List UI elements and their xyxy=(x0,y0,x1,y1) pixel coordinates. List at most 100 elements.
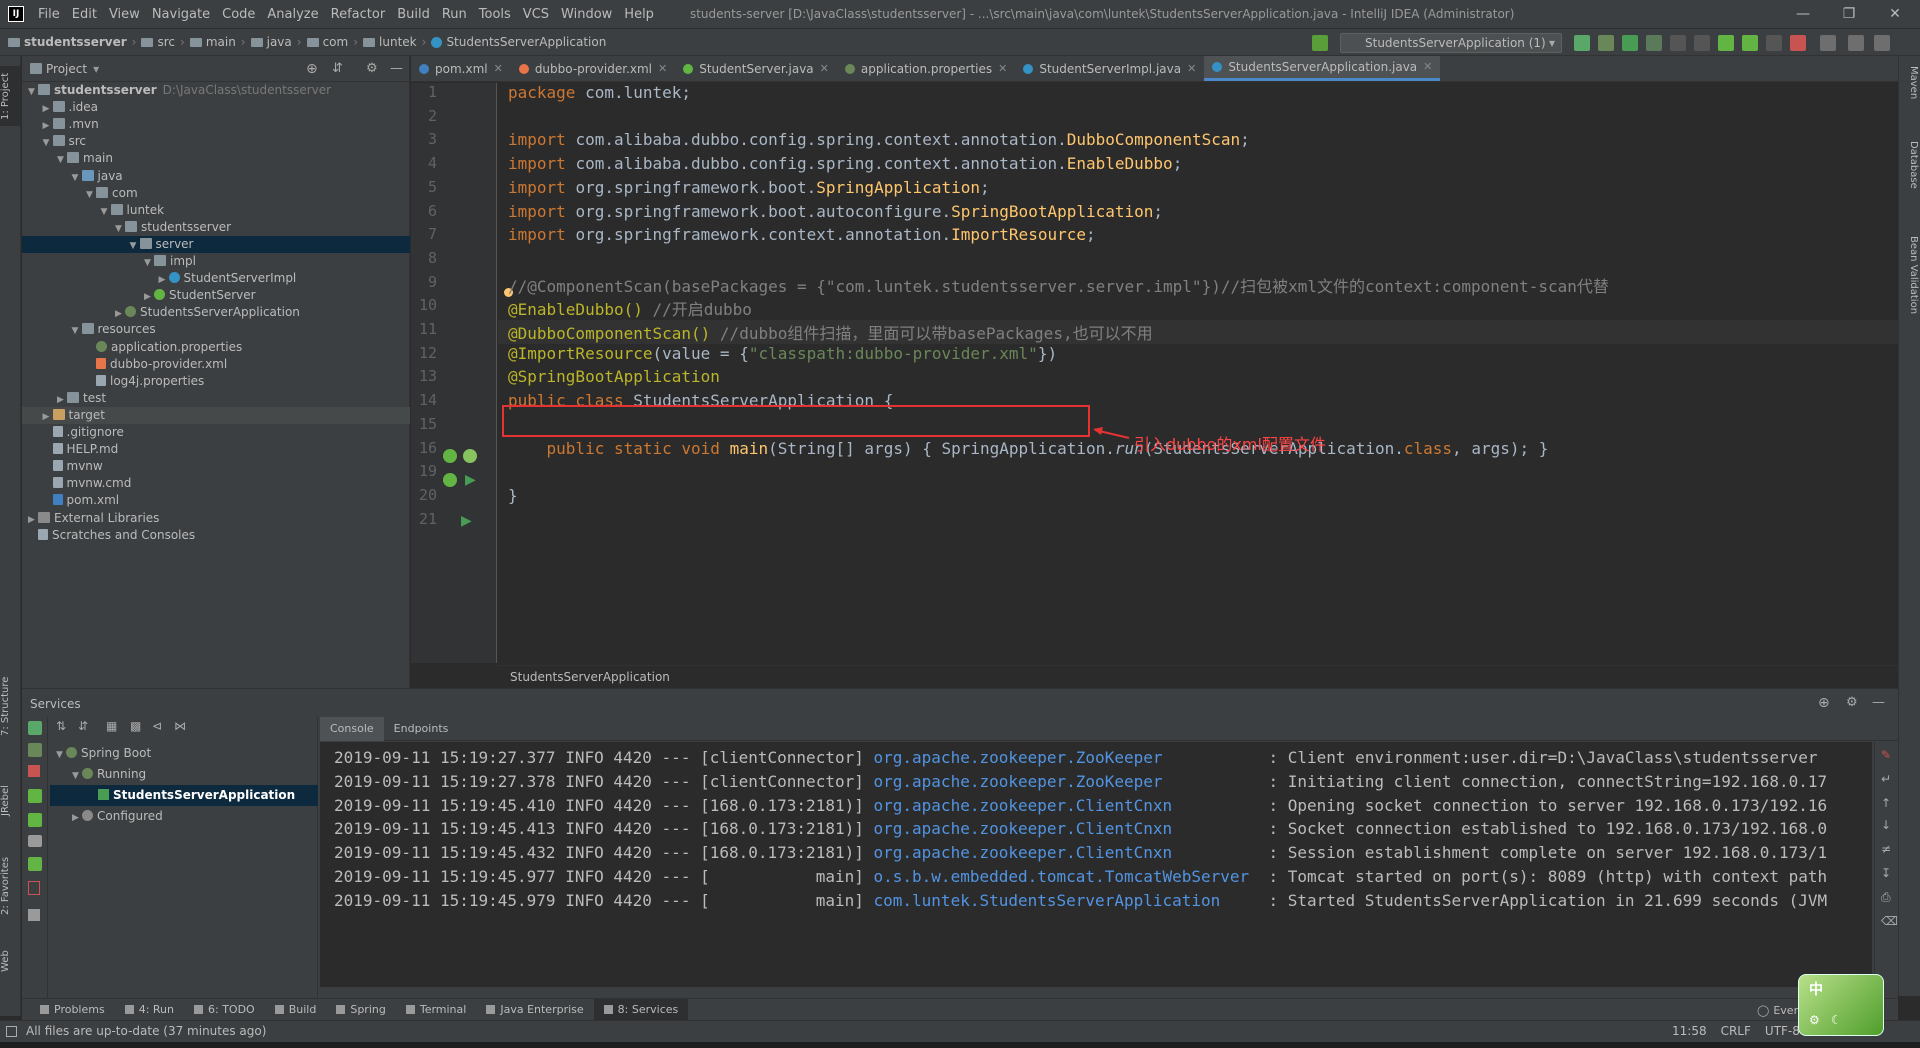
tab-web[interactable]: Web xyxy=(0,941,21,981)
jrebel-run-icon[interactable] xyxy=(1718,35,1734,51)
menu-view[interactable]: View xyxy=(103,7,146,22)
breadcrumb-item[interactable]: src › xyxy=(141,35,189,49)
toggle-arrow-icon[interactable]: ▼ xyxy=(56,745,66,766)
locate-icon[interactable]: ⊕ xyxy=(306,61,318,77)
tab-maven[interactable]: Maven xyxy=(1901,66,1919,126)
editor-tab[interactable]: dubbo-provider.xml ✕ xyxy=(511,56,675,81)
menu-edit[interactable]: Edit xyxy=(66,7,103,22)
file-encoding[interactable]: UTF-8 xyxy=(1765,1021,1800,1042)
add-service-icon[interactable]: ⋈ xyxy=(174,719,186,733)
soft-wrap-icon[interactable]: ↵ xyxy=(1881,772,1891,786)
hide-icon[interactable]: — xyxy=(390,61,403,76)
jrebel-icon[interactable] xyxy=(463,449,477,463)
tab-database[interactable]: Database xyxy=(1901,141,1919,221)
console-output[interactable]: 2019-09-11 15:19:27.377 INFO 4420 --- [c… xyxy=(320,742,1872,987)
close-icon[interactable]: ✕ xyxy=(1872,0,1918,28)
tree-item[interactable]: mvnw.cmd xyxy=(22,475,410,492)
build-hammer-icon[interactable] xyxy=(1312,35,1328,51)
tree-item[interactable]: Scratches and Consoles xyxy=(22,527,410,544)
menu-help[interactable]: Help xyxy=(618,7,660,22)
coverage-icon[interactable] xyxy=(1622,35,1638,51)
group-by-icon[interactable]: ▦ xyxy=(106,719,117,733)
rerun-icon[interactable] xyxy=(1574,35,1590,51)
tab-project[interactable]: 1: Project xyxy=(0,66,21,126)
toolwindow-problems[interactable]: Problems xyxy=(30,999,115,1021)
toolwindow-build[interactable]: Build xyxy=(265,999,327,1021)
profile-icon[interactable] xyxy=(1646,35,1662,51)
editor-breadcrumb[interactable]: StudentsServerApplication xyxy=(498,665,1898,688)
caret-position[interactable]: 11:58 xyxy=(1672,1021,1707,1042)
exit-icon[interactable] xyxy=(28,881,40,895)
gear-icon[interactable]: ⚙ xyxy=(366,61,378,76)
run-gutter-icon[interactable]: ▶ xyxy=(465,472,476,488)
tab-jrebel[interactable]: JRebel xyxy=(0,776,21,826)
up-arrow-icon[interactable]: ↑ xyxy=(1881,796,1891,810)
spring-bean-icon[interactable] xyxy=(443,449,457,463)
code-editor[interactable]: package com.luntek; import com.alibaba.du… xyxy=(498,83,1898,663)
tree-item[interactable]: ▼ impl xyxy=(22,253,410,270)
tree-item[interactable]: ▶ StudentServerImpl xyxy=(22,270,410,287)
tree-item[interactable]: ▶ test xyxy=(22,390,410,407)
spring-boot-icon[interactable] xyxy=(443,473,457,487)
toggle-tool-windows-icon[interactable] xyxy=(6,1026,17,1037)
run-main-gutter-icon[interactable]: ▶ xyxy=(461,513,472,529)
attach-icon[interactable] xyxy=(1766,35,1782,51)
jrebel-run-grey-icon[interactable] xyxy=(1694,35,1710,51)
stop-icon[interactable] xyxy=(1790,35,1806,51)
restore-icon[interactable]: ❐ xyxy=(1826,0,1872,28)
down-arrow-icon[interactable]: ↓ xyxy=(1881,818,1891,832)
scroll-to-end-icon[interactable]: ↧ xyxy=(1881,866,1891,880)
menu-tools[interactable]: Tools xyxy=(473,7,517,22)
project-structure-icon[interactable] xyxy=(1820,35,1836,51)
run-configuration-select[interactable]: StudentsServerApplication (1) ▾ xyxy=(1340,33,1562,53)
tab-console[interactable]: Console xyxy=(320,716,384,741)
close-tab-icon[interactable]: ✕ xyxy=(820,57,829,81)
rerun-icon[interactable] xyxy=(28,721,42,735)
tree-item[interactable]: ▼ resources xyxy=(22,321,410,338)
close-tab-icon[interactable]: ✕ xyxy=(1187,57,1196,81)
collapse-all-icon[interactable]: ⇵ xyxy=(78,719,88,733)
menu-file[interactable]: File xyxy=(32,7,66,22)
ime-moon-icon[interactable]: ☾ xyxy=(1831,1013,1842,1027)
tree-item[interactable]: ▶ StudentsServerApplication xyxy=(22,304,410,321)
tree-item[interactable]: ▶ .idea xyxy=(22,99,410,116)
tab-structure[interactable]: 7: Structure xyxy=(0,671,21,741)
tree-item[interactable]: ▼ java xyxy=(22,168,410,185)
toggle-arrow-icon[interactable]: ▶ xyxy=(72,808,82,829)
jrebel-debug-icon[interactable] xyxy=(1742,35,1758,51)
jrebel-debug-icon[interactable] xyxy=(28,813,42,827)
tree-item[interactable]: .gitignore xyxy=(22,424,410,441)
menu-build[interactable]: Build xyxy=(391,7,436,22)
tree-item[interactable]: ▶ target xyxy=(22,406,410,424)
close-tab-icon[interactable]: ✕ xyxy=(658,57,667,81)
breadcrumb-item[interactable]: luntek › xyxy=(363,35,431,49)
toolwindow-4-run[interactable]: 4: Run xyxy=(115,999,184,1021)
run-grey-icon[interactable] xyxy=(1670,35,1686,51)
menu-navigate[interactable]: Navigate xyxy=(146,7,216,22)
menu-run[interactable]: Run xyxy=(436,7,473,22)
ime-gear-icon[interactable]: ⚙ xyxy=(1809,1013,1820,1027)
editor-tab[interactable]: pom.xml ✕ xyxy=(411,56,511,81)
menu-code[interactable]: Code xyxy=(216,7,261,22)
ime-widget[interactable]: 中 ⚙ ☾ xyxy=(1798,974,1884,1036)
tree-item[interactable]: HELP.md xyxy=(22,441,410,458)
editor-tab[interactable]: application.properties ✕ xyxy=(837,56,1015,81)
tree-item[interactable]: log4j.properties xyxy=(22,373,410,390)
toolwindow-terminal[interactable]: Terminal xyxy=(396,999,477,1021)
project-panel-title[interactable]: Project xyxy=(46,62,87,76)
breadcrumb-item[interactable]: com › xyxy=(306,35,363,49)
camera-icon[interactable] xyxy=(28,835,42,847)
tree-item[interactable]: ▼ luntek xyxy=(22,202,410,219)
editor-tab[interactable]: StudentsServerApplication.java ✕ xyxy=(1204,56,1441,81)
deploy-icon[interactable] xyxy=(28,857,42,871)
breadcrumb-item[interactable]: StudentsServerApplication xyxy=(431,35,606,49)
tree-item[interactable]: ▼ main xyxy=(22,150,410,167)
wrap-icon[interactable]: ≠ xyxy=(1881,842,1891,856)
breadcrumb-item[interactable]: main › xyxy=(189,35,251,49)
filter-icon[interactable]: ⊲ xyxy=(152,719,162,733)
tree-item[interactable]: ▼ studentsserver D:\JavaClass\studentsserv… xyxy=(22,82,410,99)
tree-item[interactable]: ▶ StudentServer xyxy=(22,287,410,304)
jrebel-run-icon[interactable] xyxy=(28,789,42,803)
tab-bean-validation[interactable]: Bean Validation xyxy=(1901,236,1919,346)
breadcrumb-item[interactable]: studentsserver › xyxy=(8,35,141,49)
